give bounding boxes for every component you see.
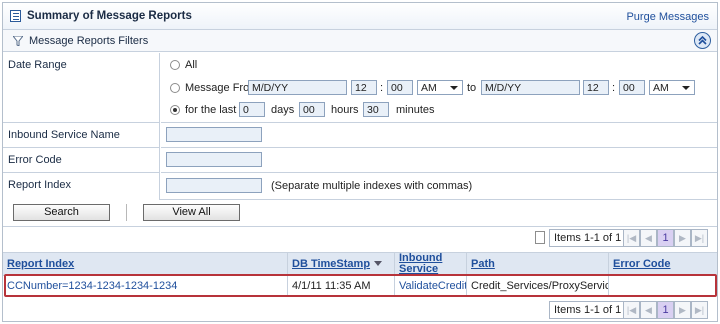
to-hour-input[interactable]: 12: [583, 80, 609, 95]
col-inbound-service[interactable]: Inbound Service: [395, 253, 467, 276]
filters-title: Message Reports Filters: [29, 35, 149, 47]
view-all-button[interactable]: View All: [143, 204, 240, 221]
last-page-icon[interactable]: ▶|: [691, 229, 708, 247]
results-table-header: Report Index DB TimeStamp Inbound Service…: [3, 252, 717, 276]
search-button[interactable]: Search: [13, 204, 110, 221]
message-reports-panel: Summary of Message Reports Purge Message…: [2, 2, 718, 322]
export-document-icon[interactable]: [535, 231, 545, 244]
error-code-label: Error Code: [3, 148, 160, 173]
from-time-colon: :: [380, 82, 384, 94]
next-page-icon-bottom[interactable]: ▶: [674, 301, 691, 319]
to-ampm-select[interactable]: AM: [649, 80, 695, 95]
from-minute-input[interactable]: 00: [387, 80, 413, 95]
date-range-controls: All Message From M/D/YY 12 : 00 AM to M/…: [161, 53, 717, 123]
col-path[interactable]: Path: [467, 253, 609, 276]
first-page-icon-bottom[interactable]: |◀: [623, 301, 640, 319]
from-hour-input[interactable]: 12: [351, 80, 377, 95]
button-divider: [126, 204, 127, 221]
sort-descending-icon: [374, 261, 383, 266]
pager-items-text-bottom: Items 1-1 of 1: [549, 301, 627, 319]
page-number-current[interactable]: 1: [657, 229, 674, 247]
report-index-cell: (Separate multiple indexes with commas): [161, 173, 717, 200]
minutes-label: minutes: [396, 104, 435, 116]
report-index-hint: (Separate multiple indexes with commas): [271, 180, 473, 192]
col-db-timestamp-label: DB TimeStamp: [292, 258, 371, 270]
last-days-input[interactable]: 0: [239, 102, 265, 117]
cell-db-timestamp: 4/1/11 11:35 AM: [288, 276, 395, 296]
page-title: Summary of Message Reports: [27, 10, 192, 22]
funnel-icon: [13, 36, 23, 46]
prev-page-icon[interactable]: ◀: [640, 229, 657, 247]
filters-form: Date Range All Message From M/D/YY 12 : …: [3, 53, 717, 200]
cell-error-code: [609, 276, 717, 296]
from-date-input[interactable]: M/D/YY: [248, 80, 347, 95]
days-label: days: [271, 104, 295, 116]
col-inbound-service-line2: Service: [399, 263, 439, 275]
filter-buttons-row: Search View All: [3, 200, 717, 227]
table-row[interactable]: CCNumber=1234-1234-1234-1234 4/1/11 11:3…: [3, 276, 717, 296]
report-index-label: Report Index: [3, 173, 160, 200]
inbound-service-cell: [161, 123, 717, 148]
purge-messages-link[interactable]: Purge Messages: [626, 11, 709, 23]
next-page-icon[interactable]: ▶: [674, 229, 691, 247]
to-time-colon: :: [612, 82, 616, 94]
prev-page-icon-bottom[interactable]: ◀: [640, 301, 657, 319]
radio-message-from[interactable]: [170, 83, 180, 93]
col-db-timestamp[interactable]: DB TimeStamp: [288, 253, 395, 276]
to-date-input[interactable]: M/D/YY: [481, 80, 580, 95]
report-list-icon: [10, 10, 21, 22]
error-code-cell: [161, 148, 717, 173]
radio-all-label: All: [185, 59, 198, 71]
first-page-icon[interactable]: |◀: [623, 229, 640, 247]
cell-path: Credit_Services/ProxyServices: [467, 276, 609, 296]
date-range-label: Date Range: [3, 53, 160, 123]
pager-bottom: Items 1-1 of 1 |◀ ◀ 1 ▶ ▶|: [549, 301, 715, 319]
radio-all[interactable]: [170, 60, 180, 70]
to-minute-input[interactable]: 00: [619, 80, 645, 95]
report-index-input[interactable]: [166, 178, 262, 193]
filters-bar: Message Reports Filters: [3, 30, 717, 52]
to-label: to: [467, 82, 477, 94]
cell-inbound-service[interactable]: ValidateCredit: [395, 276, 467, 296]
pager-top: Items 1-1 of 1 |◀ ◀ 1 ▶ ▶|: [535, 229, 715, 247]
last-minutes-input[interactable]: 30: [363, 102, 389, 117]
page-number-current-bottom[interactable]: 1: [657, 301, 674, 319]
from-ampm-select[interactable]: AM: [417, 80, 463, 95]
col-report-index[interactable]: Report Index: [3, 253, 288, 276]
last-hours-input[interactable]: 00: [299, 102, 325, 117]
panel-header: Summary of Message Reports Purge Message…: [3, 3, 717, 30]
radio-for-the-last-label: for the last: [185, 104, 237, 116]
collapse-up-icon[interactable]: [694, 32, 711, 49]
error-code-input[interactable]: [166, 152, 262, 167]
inbound-service-label: Inbound Service Name: [3, 123, 160, 148]
inbound-service-input[interactable]: [166, 127, 262, 142]
radio-for-the-last[interactable]: [170, 105, 180, 115]
col-error-code[interactable]: Error Code: [609, 253, 717, 276]
hours-label: hours: [331, 104, 359, 116]
cell-report-index[interactable]: CCNumber=1234-1234-1234-1234: [3, 276, 288, 296]
pager-items-text: Items 1-1 of 1: [549, 229, 627, 247]
last-page-icon-bottom[interactable]: ▶|: [691, 301, 708, 319]
